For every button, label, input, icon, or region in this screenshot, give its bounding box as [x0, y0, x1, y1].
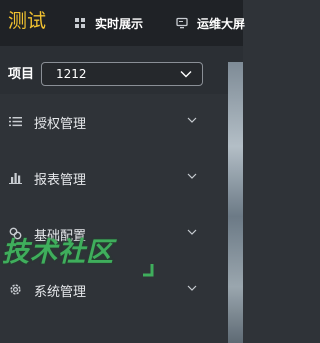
nav-ops-dashboard-label: 运维大屏 [197, 16, 246, 31]
chevron-down-icon [180, 71, 192, 78]
monitor-icon [176, 17, 188, 29]
sidebar-menu: 授权管理 报表管理 基础配置 系统管理 [0, 94, 228, 343]
nav-ops-dashboard[interactable]: 运维大屏 [176, 14, 245, 32]
chevron-down-icon [187, 173, 197, 179]
watermark-corner-mark [143, 264, 154, 277]
project-dropdown-value: 1212 [56, 67, 87, 81]
grid-icon [75, 18, 85, 28]
watermark-text: 技术社区 [2, 237, 114, 268]
sidebar-item-reports[interactable]: 报表管理 [0, 150, 228, 206]
gear-icon [10, 284, 21, 295]
nav-realtime-display[interactable]: 实时展示 [74, 14, 143, 32]
content-preview-image [228, 62, 243, 343]
chevron-down-icon [187, 285, 197, 291]
bar-chart-icon [9, 173, 22, 184]
project-dropdown[interactable]: 1212 [41, 62, 203, 86]
nav-realtime-display-label: 实时展示 [95, 16, 144, 31]
content-header-strip [228, 46, 243, 62]
sidebar-item-label: 报表管理 [34, 173, 87, 188]
project-label: 项目 [8, 67, 35, 82]
watermark: 技术社区 [0, 230, 160, 282]
chevron-down-icon [187, 117, 197, 123]
list-icon [9, 117, 22, 127]
sidebar-item-label: 授权管理 [34, 117, 87, 132]
chevron-down-icon [187, 229, 197, 235]
top-navigation-bar: 测试 实时展示 运维大屏 [0, 0, 245, 46]
sidebar-item-label: 系统管理 [34, 285, 87, 300]
app-logo[interactable]: 测试 [8, 9, 46, 33]
sidebar-item-authorization[interactable]: 授权管理 [0, 94, 228, 150]
